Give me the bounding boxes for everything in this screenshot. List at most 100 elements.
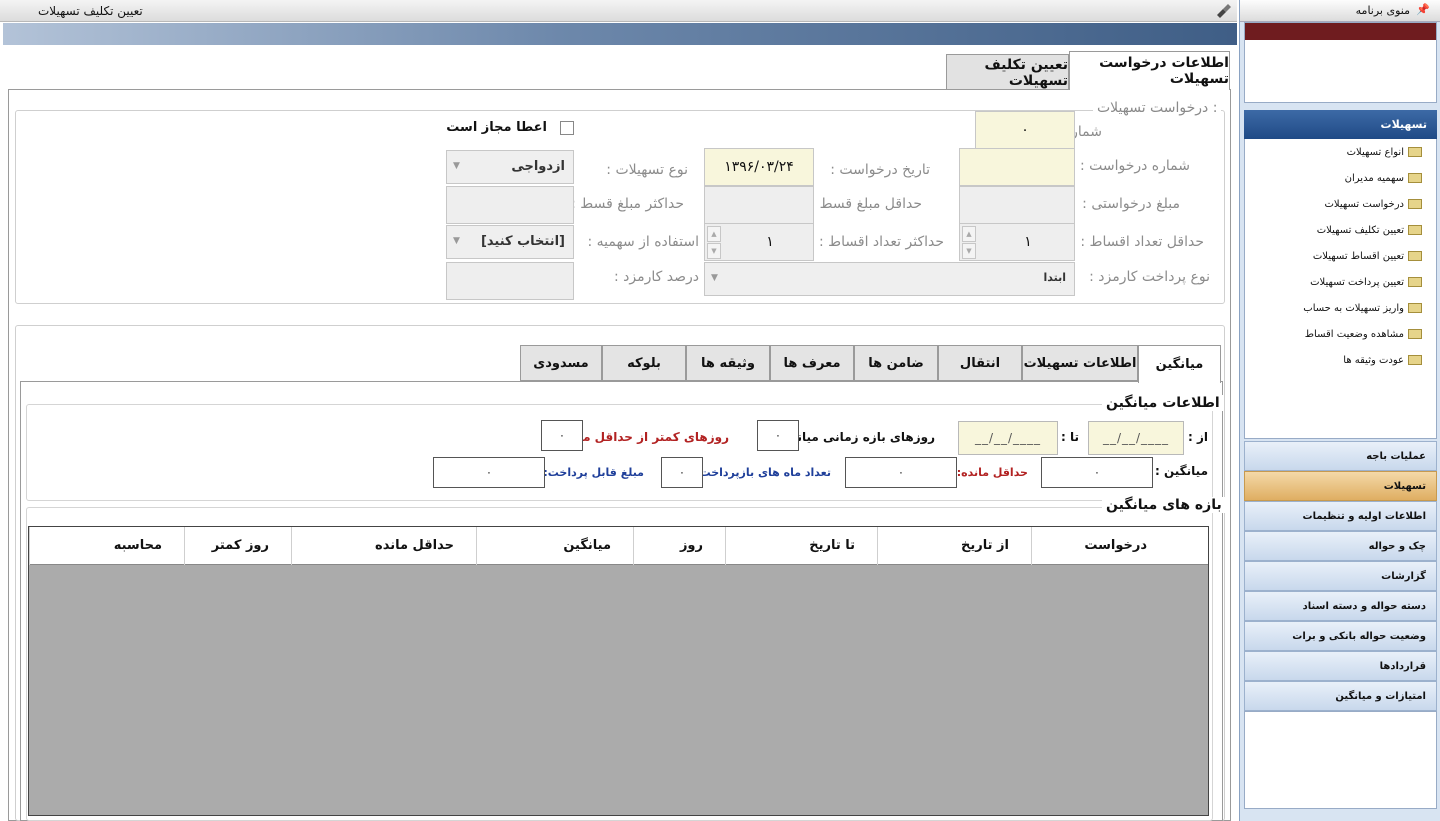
- days-below-field[interactable]: ۰: [541, 420, 583, 451]
- fee-payment-label: نوع پرداخت کارمزد :: [1089, 269, 1210, 285]
- repay-months-field[interactable]: ۰: [661, 457, 703, 488]
- tab-blocked[interactable]: مسدودی: [520, 345, 602, 381]
- app-menu-title: منوی برنامه: [1355, 4, 1410, 17]
- menu-accent-bar: [1245, 23, 1436, 40]
- title-bar: تعیین تکلیف تسهیلات: [0, 0, 1237, 22]
- folder-icon: [1408, 173, 1422, 183]
- spin-down-icon[interactable]: ▼: [707, 243, 721, 259]
- section-header[interactable]: تسهیلات: [1244, 110, 1437, 139]
- tree-item[interactable]: واریز تسهیلات به حساب: [1303, 298, 1422, 318]
- fee-payment-select[interactable]: ابتدا ▼: [704, 262, 1075, 296]
- folder-icon: [1408, 277, 1422, 287]
- min-count-stepper[interactable]: ۱ ▲ ▼: [959, 223, 1075, 261]
- period-days-field[interactable]: ۰: [757, 420, 799, 451]
- app-menu-header: منوی برنامه 📌: [1240, 0, 1440, 22]
- folder-icon: [1408, 199, 1422, 209]
- app-menu-panel: منوی برنامه 📌 تسهیلات انواع تسهیلات سهمی…: [1239, 0, 1440, 821]
- tree-item[interactable]: تعیین اقساط تسهیلات: [1313, 246, 1422, 266]
- col-min-balance[interactable]: حداقل مانده: [291, 527, 476, 565]
- tree-item[interactable]: سهمیه مدیران: [1345, 168, 1422, 188]
- max-count-stepper[interactable]: ۱ ▲ ▼: [704, 223, 814, 261]
- request-date-label: تاریخ درخواست :: [830, 162, 930, 178]
- min-installment-field[interactable]: [704, 186, 814, 224]
- request-date-field[interactable]: ۱۳۹۶/۰۳/۲۴: [704, 148, 814, 186]
- tab-transfer[interactable]: انتقال: [938, 345, 1022, 381]
- request-group-title: درخواست تسهیلات :: [1093, 100, 1222, 116]
- tab-introducers[interactable]: معرف ها: [770, 345, 854, 381]
- payable-amount-label: مبلغ قابل پرداخت:: [543, 466, 644, 479]
- folder-icon: [1408, 251, 1422, 261]
- facility-type-select[interactable]: ازدواجی ▼: [446, 150, 574, 184]
- tree-item[interactable]: عودت وثیقه ها: [1343, 350, 1422, 370]
- tab-request-info[interactable]: اطلاعات درخواست تسهیلات: [1069, 51, 1230, 90]
- account-number-field[interactable]: ۰: [975, 111, 1075, 149]
- min-count-label: حداقل تعداد اقساط :: [1080, 234, 1204, 250]
- spin-up-icon[interactable]: ▲: [707, 226, 721, 242]
- repay-months-label: تعداد ماه های بازپرداخت:: [695, 466, 831, 479]
- col-average[interactable]: میانگین: [476, 527, 633, 565]
- nav-button-cheques[interactable]: چک و حواله: [1244, 531, 1437, 561]
- fee-percent-field[interactable]: [446, 262, 574, 300]
- tab-average[interactable]: میانگین: [1138, 345, 1221, 383]
- payable-amount-field[interactable]: ۰: [433, 457, 545, 488]
- facility-type-label: نوع تسهیلات :: [606, 162, 688, 178]
- nav-button-contracts[interactable]: قراردادها: [1244, 651, 1437, 681]
- folder-icon: [1408, 225, 1422, 235]
- col-calculation[interactable]: محاسبه: [29, 527, 184, 565]
- chevron-down-icon: ▼: [711, 273, 718, 283]
- nav-button-points[interactable]: امتیازات و میانگین: [1244, 681, 1437, 711]
- col-days-below[interactable]: روز کمتر: [184, 527, 291, 565]
- nav-button-settings[interactable]: اطلاعات اولیه و تنظیمات: [1244, 501, 1437, 531]
- pin-icon[interactable]: 📌: [1416, 3, 1430, 16]
- from-date-label: از :: [1188, 430, 1208, 444]
- min-installment-label: حداقل مبلغ قسط :: [810, 196, 922, 212]
- tab-collaterals[interactable]: وثیقه ها: [686, 345, 770, 381]
- min-balance-label: حداقل مانده:: [956, 466, 1028, 479]
- average-info-title: اطلاعات میانگین: [1102, 395, 1224, 411]
- folder-icon: [1408, 355, 1422, 365]
- nav-button-batches[interactable]: دسته حواله و دسته اسناد: [1244, 591, 1437, 621]
- folder-icon: [1408, 147, 1422, 157]
- max-installment-field[interactable]: [446, 186, 574, 224]
- spin-up-icon[interactable]: ▲: [962, 226, 976, 242]
- requested-amount-label: مبلغ درخواستی :: [1082, 196, 1180, 212]
- tab-assign-facility[interactable]: تعیین تکلیف تسهیلات: [946, 54, 1069, 90]
- min-balance-field[interactable]: ۰: [845, 457, 957, 488]
- window-title: تعیین تکلیف تسهیلات: [38, 4, 143, 18]
- tab-guarantors[interactable]: ضامن ها: [854, 345, 938, 381]
- tab-facility-info[interactable]: اطلاعات تسهیلات: [1022, 345, 1138, 381]
- tree-item[interactable]: مشاهده وضعیت اقساط: [1305, 324, 1422, 344]
- quota-select[interactable]: [انتخاب کنید] ▼: [446, 225, 574, 259]
- facility-tree: انواع تسهیلات سهمیه مدیران درخواست تسهیل…: [1244, 139, 1437, 439]
- nav-button-draft-status[interactable]: وضعیت حواله بانکی و برات: [1244, 621, 1437, 651]
- grant-allowed-checkbox[interactable]: [560, 121, 574, 135]
- col-to-date[interactable]: تا تاریخ: [725, 527, 877, 565]
- col-days[interactable]: روز: [633, 527, 725, 565]
- request-number-field[interactable]: [959, 148, 1075, 186]
- average-label: میانگین :: [1155, 464, 1208, 478]
- chevron-down-icon: ▼: [453, 236, 460, 246]
- to-date-field[interactable]: __/__/____: [958, 421, 1058, 455]
- tab-block[interactable]: بلوکه: [602, 345, 686, 381]
- max-count-label: حداکثر تعداد اقساط :: [819, 234, 944, 250]
- col-request[interactable]: درخواست: [1031, 527, 1169, 565]
- to-date-label: تا :: [1061, 430, 1079, 444]
- request-number-label: شماره درخواست :: [1079, 158, 1190, 174]
- tree-item[interactable]: انواع تسهیلات: [1347, 142, 1422, 162]
- grant-allowed-label: اعطا مجاز است: [446, 120, 547, 135]
- average-field[interactable]: ۰: [1041, 457, 1153, 488]
- quota-label: استفاده از سهمیه :: [587, 234, 700, 250]
- nav-button-facilities[interactable]: تسهیلات: [1244, 471, 1437, 501]
- tree-item[interactable]: تعیین تکلیف تسهیلات: [1317, 220, 1422, 240]
- header-band: [3, 23, 1237, 45]
- pin-icon[interactable]: [1214, 3, 1232, 19]
- from-date-field[interactable]: __/__/____: [1088, 421, 1184, 455]
- tree-item[interactable]: درخواست تسهیلات: [1325, 194, 1422, 214]
- tree-item[interactable]: تعیین پرداخت تسهیلات: [1310, 272, 1422, 292]
- col-from-date[interactable]: از تاریخ: [877, 527, 1031, 565]
- nav-button-reports[interactable]: گزارشات: [1244, 561, 1437, 591]
- ranges-grid[interactable]: درخواست از تاریخ تا تاریخ روز میانگین حد…: [28, 526, 1209, 816]
- spin-down-icon[interactable]: ▼: [962, 243, 976, 259]
- nav-button-branch-ops[interactable]: عملیات باجه: [1244, 441, 1437, 471]
- requested-amount-field[interactable]: [959, 186, 1075, 224]
